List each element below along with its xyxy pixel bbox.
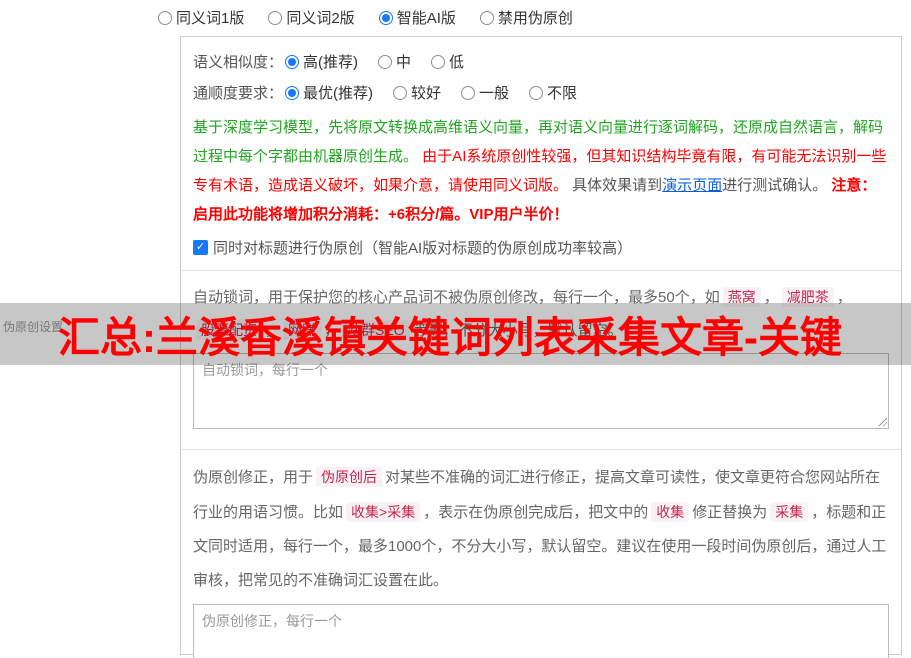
radio-option-label: 同义词1版 (176, 7, 244, 28)
radio-option-label: 同义词2版 (286, 7, 354, 28)
section-divider (181, 270, 901, 271)
radio-option[interactable]: 同义词1版 (158, 7, 244, 28)
radio-option-label: 智能AI版 (397, 7, 456, 28)
radio-unselected-icon[interactable] (268, 11, 282, 25)
radio-option[interactable]: 一般 (461, 82, 509, 103)
similarity-row: 语义相似度： 高(推荐) 中 低 (193, 51, 889, 72)
keyword-chip: 伪原创后 (316, 467, 382, 487)
radio-option-label: 中 (396, 51, 411, 72)
radio-option[interactable]: 低 (431, 51, 464, 72)
radio-option[interactable]: 同义词2版 (268, 7, 354, 28)
text-segment: 伪原创修正，用于 (193, 469, 313, 486)
text-segment: 进行测试确认。 (722, 177, 827, 194)
checkbox-checked-icon[interactable] (193, 240, 208, 255)
radio-option[interactable]: 最优(推荐) (285, 82, 373, 103)
radio-option[interactable]: 较好 (393, 82, 441, 103)
pseudo-original-settings-page: 同义词1版 同义词2版 智能AI版 禁用伪原创 语义相似度： 高(推荐) 中 低 通顺度要… (0, 0, 911, 658)
radio-option-label: 低 (449, 51, 464, 72)
keyword-chip: 收集 (651, 502, 689, 522)
title-pseudo-checkbox-label: 同时对标题进行伪原创（智能AI版对标题的伪原创成功率较高） (213, 237, 632, 258)
radio-option-label: 一般 (479, 82, 509, 103)
overlay-banner-text: 汇总:兰溪香溪镇关键词列表采集文章-关键 (58, 304, 842, 365)
radio-selected-icon[interactable] (285, 55, 299, 69)
keyword-chip: 收集>采集 (346, 502, 420, 522)
radio-selected-icon[interactable] (285, 86, 299, 100)
correction-textarea-wrap (193, 604, 889, 658)
ai-mode-description: 基于深度学习模型，先将原文转换成高维语义向量，再对语义向量进行逐词解码，还原成自… (193, 113, 889, 229)
overlay-banner: 汇总:兰溪香溪镇关键词列表采集文章-关键 (0, 303, 911, 365)
radio-option[interactable]: 中 (378, 51, 411, 72)
similarity-radio-group: 高(推荐) 中 低 (285, 51, 464, 72)
fluency-label: 通顺度要求： (193, 82, 283, 103)
text-segment: 修正替换为 (692, 504, 767, 521)
text-segment: ，表示在伪原创完成后，把文中的 (423, 504, 648, 521)
radio-option-label: 高(推荐) (303, 51, 358, 72)
fluency-radio-group: 最优(推荐) 较好 一般 不限 (285, 82, 577, 103)
radio-option-label: 较好 (411, 82, 441, 103)
keyword-chip: 采集 (770, 502, 808, 522)
section-divider (181, 449, 901, 450)
radio-unselected-icon[interactable] (158, 11, 172, 25)
similarity-label: 语义相似度： (193, 51, 283, 72)
radio-unselected-icon[interactable] (529, 86, 543, 100)
radio-option-label: 最优(推荐) (303, 82, 373, 103)
mode-radio-group: 同义词1版 同义词2版 智能AI版 禁用伪原创 (158, 7, 573, 28)
radio-option[interactable]: 高(推荐) (285, 51, 358, 72)
radio-unselected-icon[interactable] (431, 55, 445, 69)
correction-textarea[interactable] (193, 604, 889, 658)
radio-option-label: 不限 (547, 82, 577, 103)
radio-unselected-icon[interactable] (461, 86, 475, 100)
title-pseudo-checkbox-row[interactable]: 同时对标题进行伪原创（智能AI版对标题的伪原创成功率较高） (193, 237, 889, 258)
radio-option[interactable]: 不限 (529, 82, 577, 103)
fluency-row: 通顺度要求： 最优(推荐) 较好 一般 不限 (193, 82, 889, 103)
text-segment: 具体效果请到 (568, 177, 662, 194)
radio-option-label: 禁用伪原创 (498, 7, 573, 28)
radio-unselected-icon[interactable] (378, 55, 392, 69)
radio-unselected-icon[interactable] (393, 86, 407, 100)
radio-option[interactable]: 禁用伪原创 (480, 7, 573, 28)
radio-selected-icon[interactable] (379, 11, 393, 25)
correction-description: 伪原创修正，用于伪原创后对某些不准确的词汇进行修正，提高文章可读性，使文章更符合… (193, 460, 889, 598)
radio-option[interactable]: 智能AI版 (379, 7, 456, 28)
demo-page-link[interactable]: 演示页面 (662, 177, 722, 194)
radio-unselected-icon[interactable] (480, 11, 494, 25)
